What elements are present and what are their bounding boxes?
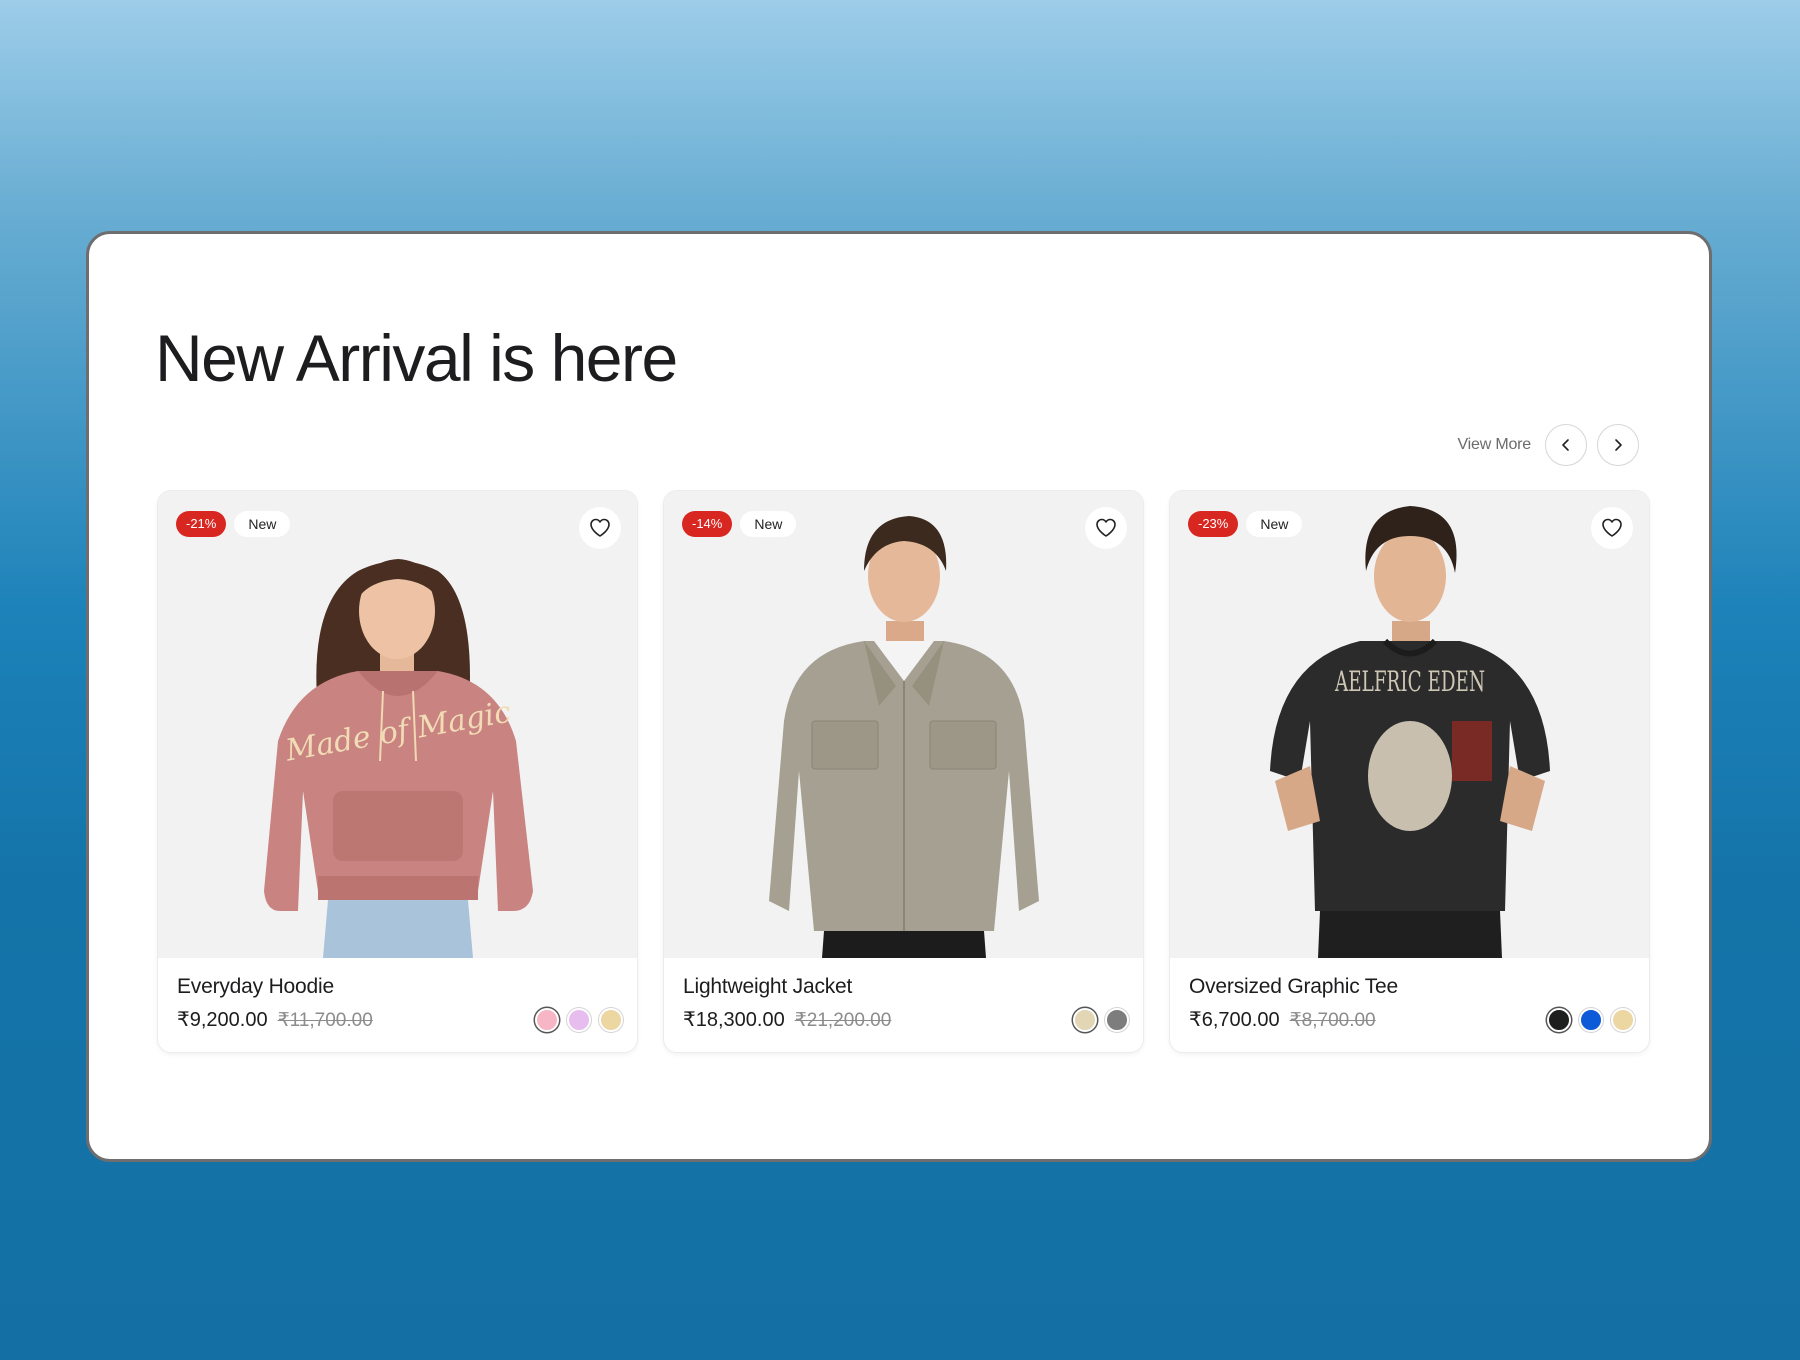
current-price: ₹6,700.00 [1189,1009,1280,1031]
jacket-model-illustration [769,516,1039,958]
original-price: ₹11,700.00 [277,1010,373,1031]
color-swatch[interactable] [567,1008,591,1032]
tee-model-illustration: AELFRIC EDEN [1270,506,1550,958]
product-image[interactable]: AELFRIC EDEN -23% New [1170,491,1649,958]
new-badge: New [740,511,797,537]
original-price: ₹21,200.00 [794,1010,892,1031]
color-swatch[interactable] [535,1008,559,1032]
current-price: ₹18,300.00 [683,1009,785,1031]
section-heading: New Arrival is here [155,321,678,395]
view-more-link[interactable]: View More [1458,436,1532,454]
color-swatch[interactable] [1547,1008,1571,1032]
product-card[interactable]: -14% New Lightweight Jacket ₹18,300.00 ₹… [663,490,1144,1053]
product-image[interactable]: Made of Magic -21% New [158,491,637,958]
product-carousel: Made of Magic -21% New Everyday Hoodie ₹… [157,490,1650,1053]
favorite-button[interactable] [579,507,621,549]
color-swatch[interactable] [1611,1008,1635,1032]
carousel-prev-button[interactable] [1545,424,1587,466]
chevron-left-icon [1562,439,1569,451]
new-arrival-panel: New Arrival is here View More Made of Ma… [86,231,1712,1162]
hoodie-model-illustration: Made of Magic [264,559,533,958]
heart-icon [590,518,610,537]
price-row: ₹18,300.00 ₹21,200.00 [683,1007,1127,1032]
color-swatches [1073,1008,1129,1032]
product-image[interactable]: -14% New [664,491,1143,958]
heart-icon [1602,518,1622,537]
color-swatch[interactable] [1105,1008,1129,1032]
heart-icon [1096,518,1116,537]
color-swatch[interactable] [1073,1008,1097,1032]
color-swatch[interactable] [599,1008,623,1032]
product-name[interactable]: Oversized Graphic Tee [1189,975,1633,999]
badge-group: -14% New [682,511,797,537]
carousel-controls: View More [1458,424,1639,466]
new-badge: New [1246,511,1303,537]
chevron-right-icon [1615,439,1622,451]
tee-print-text: AELFRIC EDEN [1334,665,1485,698]
product-name[interactable]: Everyday Hoodie [177,975,621,999]
badge-group: -23% New [1188,511,1303,537]
color-swatches [1547,1008,1635,1032]
discount-badge: -23% [1188,511,1239,537]
badge-group: -21% New [176,511,291,537]
discount-badge: -14% [682,511,733,537]
discount-badge: -21% [176,511,227,537]
original-price: ₹8,700.00 [1289,1010,1376,1031]
favorite-button[interactable] [1591,507,1633,549]
carousel-next-button[interactable] [1597,424,1639,466]
color-swatches [535,1008,623,1032]
product-info: Lightweight Jacket ₹18,300.00 ₹21,200.00 [683,975,1127,1032]
current-price: ₹9,200.00 [177,1009,268,1031]
product-name[interactable]: Lightweight Jacket [683,975,1127,999]
favorite-button[interactable] [1085,507,1127,549]
color-swatch[interactable] [1579,1008,1603,1032]
product-card[interactable]: Made of Magic -21% New Everyday Hoodie ₹… [157,490,638,1053]
new-badge: New [234,511,291,537]
product-card[interactable]: AELFRIC EDEN -23% New Oversized Graphic … [1169,490,1650,1053]
